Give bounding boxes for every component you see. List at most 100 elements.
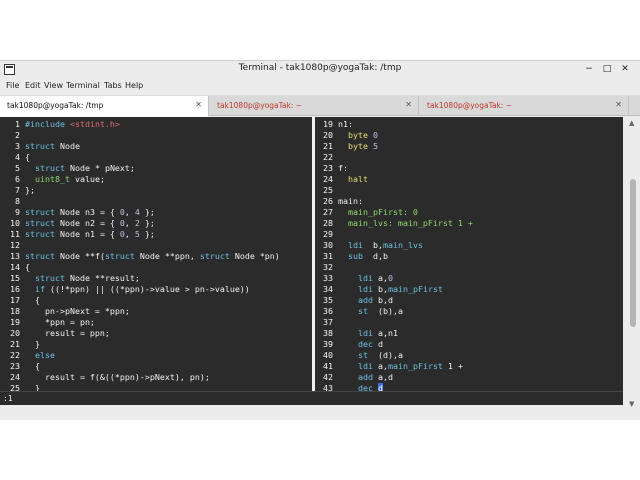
code-line: 21 byte 5	[315, 139, 623, 151]
code-token: {	[25, 262, 30, 272]
code-token: struct	[35, 163, 65, 173]
close-icon[interactable]: ✕	[195, 100, 202, 109]
line-number: 35	[323, 295, 333, 305]
code-line: 8	[0, 194, 312, 206]
line-number: 42	[323, 372, 333, 382]
code-token: ldi	[357, 284, 373, 294]
code-token: b,	[363, 240, 383, 250]
menu-tabs[interactable]: Tabs	[104, 81, 122, 90]
code-line: 36 st (b),a	[315, 304, 623, 316]
code-line: 39 dec d	[315, 337, 623, 349]
menu-help[interactable]: Help	[125, 81, 143, 90]
code-token: Node n3 = {	[54, 207, 120, 217]
code-token: {	[25, 361, 40, 371]
close-icon[interactable]: ✕	[615, 100, 622, 109]
menu-file[interactable]: File	[6, 81, 19, 90]
line-number: 19	[323, 119, 333, 129]
code-token: Node *pn)	[229, 251, 280, 261]
line-number: 11	[10, 229, 20, 239]
code-line: 6 uint8_t value;	[0, 172, 312, 184]
line-number: 7	[15, 185, 20, 195]
command-line[interactable]: :1	[0, 391, 623, 405]
code-line: 38 ldi a,n1	[315, 326, 623, 338]
line-number: 25	[323, 185, 333, 195]
tab-tmp[interactable]: tak1080p@yogaTak: /tmp ✕	[0, 96, 209, 117]
code-line: 42 add a,d	[315, 370, 623, 382]
line-number: 33	[323, 273, 333, 283]
code-token: struct	[25, 141, 55, 151]
line-number: 23	[10, 361, 20, 371]
code-token: }	[25, 339, 40, 349]
code-token: sub	[348, 251, 363, 261]
menu-view[interactable]: View	[44, 81, 63, 90]
menu-edit[interactable]: Edit	[25, 81, 41, 90]
line-number: 12	[10, 240, 20, 250]
tab-home-1[interactable]: tak1080p@yogaTak: ~ ✕	[210, 96, 419, 116]
line-number: 18	[10, 306, 20, 316]
code-token: result = f(&((*ppn)->pNext), pn);	[25, 372, 210, 382]
code-line: 10 struct Node n2 = { 0, 2 };	[0, 216, 312, 228]
code-token: struct	[104, 251, 135, 261]
title-bar[interactable]: Terminal - tak1080p@yogaTak: /tmp − □ ✕	[0, 61, 640, 78]
scroll-down-icon[interactable]: ▼	[629, 400, 634, 408]
maximize-button[interactable]: □	[601, 63, 613, 75]
line-number: 1	[15, 119, 20, 129]
code-token: Node **f(	[54, 251, 105, 261]
scroll-up-icon[interactable]: ▲	[629, 119, 634, 127]
minimize-button[interactable]: −	[583, 63, 595, 75]
line-number: 39	[323, 339, 333, 349]
code-line: 16 if ((!*ppn) || ((*ppn)->value > pn->v…	[0, 282, 312, 294]
code-token: halt	[348, 174, 368, 184]
menu-terminal[interactable]: Terminal	[66, 81, 100, 90]
line-number: 21	[323, 141, 333, 151]
code-token: ldi	[348, 240, 363, 250]
code-token: };	[139, 229, 155, 239]
line-number: 43	[323, 383, 333, 391]
code-line: 26 main:	[315, 194, 623, 206]
close-button[interactable]: ✕	[619, 63, 631, 75]
scrollbar-thumb[interactable]	[630, 179, 636, 327]
code-line: 28 main_lvs: main_pFirst 1 +	[315, 216, 623, 228]
terminal-window: Terminal - tak1080p@yogaTak: /tmp − □ ✕ …	[0, 60, 640, 420]
code-token: value;	[69, 174, 105, 184]
code-token: struct	[35, 273, 65, 283]
code-token: #include	[25, 119, 70, 129]
code-token: main_pFirst	[387, 284, 443, 294]
code-token: {	[25, 295, 40, 305]
tab-label: tak1080p@yogaTak: /tmp	[7, 101, 104, 110]
vertical-scrollbar[interactable]: ▲ ▼	[627, 117, 639, 410]
code-token: 0	[387, 273, 393, 283]
line-number: 24	[10, 372, 20, 382]
code-token: uint8_t	[35, 174, 70, 184]
editor-pane-asm[interactable]: 19 n1: 20 byte 0 21 byte 5 22 23 f: 24 halt 25 26…	[315, 117, 623, 391]
code-token: b,d	[372, 295, 393, 305]
line-number: 30	[323, 240, 333, 250]
line-number: 31	[323, 251, 333, 261]
line-number: 20	[10, 328, 20, 338]
close-icon[interactable]: ✕	[405, 100, 412, 109]
code-line: 3 struct Node	[0, 139, 312, 151]
code-token: main_pFirst: 0	[348, 207, 418, 217]
code-line: 13 struct Node **f(struct Node **ppn, str…	[0, 249, 312, 261]
line-number: 10	[10, 218, 20, 228]
code-line: 5 struct Node * pNext;	[0, 161, 312, 173]
editor-pane-c[interactable]: 1 #include <stdint.h> 2 3 struct Node 4 {5 str…	[0, 117, 312, 391]
code-token: a,	[372, 273, 388, 283]
code-token: };	[139, 207, 155, 217]
terminal-content[interactable]: 1 #include <stdint.h> 2 3 struct Node 4{5 str…	[0, 117, 623, 391]
code-token: ,	[124, 218, 135, 228]
code-token: };	[25, 185, 35, 195]
code-line: 1 #include <stdint.h>	[0, 117, 312, 129]
tab-home-2[interactable]: tak1080p@yogaTak: ~ ✕	[420, 96, 629, 116]
